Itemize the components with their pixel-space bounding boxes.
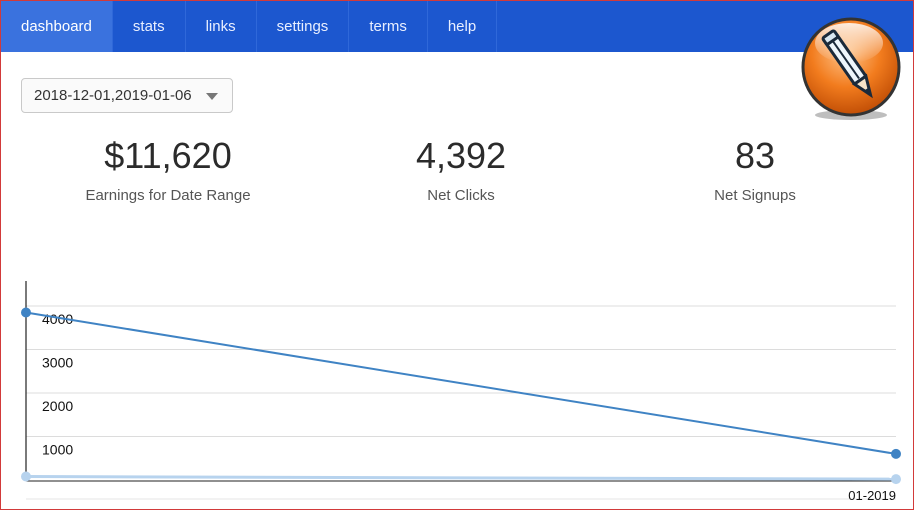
stat-signups-value: 83	[734, 135, 776, 176]
nav-dashboard[interactable]: dashboard	[1, 1, 113, 52]
series-line	[25, 311, 897, 455]
date-range-select[interactable]: 2018-12-01,2019-01-06	[21, 78, 233, 113]
data-point	[21, 471, 31, 482]
stat-earnings: $11,620 Earnings for Date Range	[18, 135, 318, 204]
clicks-line-chart: 100020003000400001-2019	[21, 281, 901, 503]
series-line	[25, 475, 897, 481]
nav-stats[interactable]: stats	[113, 1, 186, 52]
stat-clicks: 4,392 Net Clicks	[311, 135, 611, 204]
nav-help[interactable]: help	[428, 1, 498, 52]
stat-clicks-label: Net Clicks	[427, 187, 495, 204]
stat-earnings-value: $11,620	[104, 135, 232, 176]
data-point	[21, 307, 31, 318]
stat-signups: 83 Net Signups	[605, 135, 905, 204]
data-point	[891, 474, 901, 485]
y-tick-label: 3000	[42, 355, 73, 371]
top-navbar: dashboard stats links settings terms hel…	[1, 1, 913, 52]
nav-settings[interactable]: settings	[257, 1, 350, 52]
y-tick-label: 2000	[42, 398, 73, 414]
stat-signups-label: Net Signups	[714, 187, 796, 204]
x-tick-label: 01-2019	[848, 488, 896, 503]
stat-clicks-value: 4,392	[415, 135, 507, 176]
date-range-value: 2018-12-01,2019-01-06	[34, 87, 192, 104]
y-tick-label: 1000	[42, 442, 73, 458]
chevron-down-icon	[206, 93, 218, 100]
stat-earnings-label: Earnings for Date Range	[85, 187, 251, 204]
data-point	[891, 448, 901, 459]
nav-terms[interactable]: terms	[349, 1, 428, 52]
app-window: dashboard stats links settings terms hel…	[0, 0, 914, 510]
pencil-icon	[801, 17, 901, 120]
nav-links[interactable]: links	[186, 1, 257, 52]
